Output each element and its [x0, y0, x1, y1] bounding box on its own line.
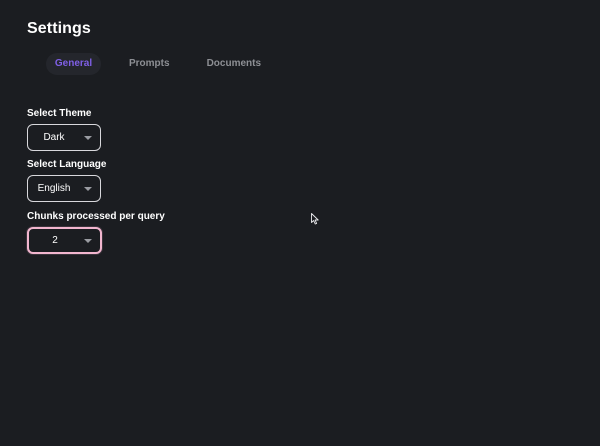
tab-prompts[interactable]: Prompts [120, 53, 179, 75]
tab-documents[interactable]: Documents [198, 53, 270, 75]
theme-select[interactable]: Dark [27, 124, 101, 151]
language-select-value: English [37, 183, 71, 194]
settings-page: Settings General Prompts Documents Selec… [0, 0, 600, 446]
theme-label: Select Theme [27, 108, 92, 119]
chunks-select-value: 2 [52, 235, 58, 246]
mouse-pointer-icon [311, 213, 319, 225]
chunks-label: Chunks processed per query [27, 211, 165, 222]
settings-tabs: General Prompts Documents [46, 53, 270, 75]
chevron-down-icon [84, 186, 92, 191]
page-title: Settings [27, 20, 91, 37]
tab-general[interactable]: General [46, 53, 101, 75]
chevron-down-icon [84, 135, 92, 140]
language-label: Select Language [27, 159, 107, 170]
theme-select-value: Dark [43, 132, 65, 143]
chunks-select[interactable]: 2 [27, 227, 102, 254]
language-select[interactable]: English [27, 175, 101, 202]
chevron-down-icon [84, 238, 92, 243]
